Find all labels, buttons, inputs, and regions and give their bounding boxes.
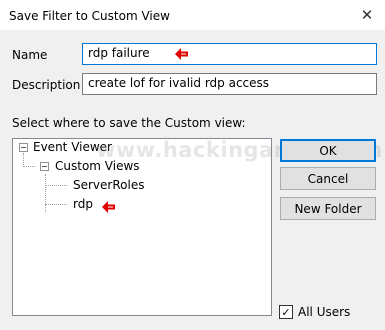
- name-field-value: rdp failure: [88, 46, 150, 60]
- tree-line: [45, 185, 67, 186]
- close-icon[interactable]: ✕: [352, 4, 382, 26]
- red-arrow-icon: [102, 201, 115, 213]
- cancel-button[interactable]: Cancel: [280, 167, 376, 190]
- title-bar: Save Filter to Custom View ✕: [0, 0, 385, 30]
- tree-line: [23, 166, 35, 167]
- description-field[interactable]: create lof for ivalid rdp access: [82, 73, 377, 95]
- tree-item-serverroles[interactable]: ServerRoles: [73, 178, 144, 192]
- tree-line: [45, 174, 46, 212]
- name-field[interactable]: rdp failure: [82, 43, 377, 65]
- description-label: Description: [12, 78, 81, 92]
- all-users-checkbox[interactable]: ✓: [279, 305, 293, 319]
- tree-item-rdp[interactable]: rdp: [73, 197, 93, 211]
- ok-button[interactable]: OK: [280, 139, 376, 162]
- minus-expander-icon[interactable]: −: [40, 162, 49, 171]
- window-title: Save Filter to Custom View: [9, 9, 170, 23]
- tree-line: [45, 204, 67, 205]
- minus-expander-icon[interactable]: −: [19, 143, 28, 152]
- tree-item-custom-views[interactable]: Custom Views: [55, 159, 140, 173]
- red-arrow-icon: [175, 48, 188, 60]
- tree-item-event-viewer[interactable]: Event Viewer: [33, 140, 112, 154]
- tree-line: [23, 153, 24, 167]
- new-folder-button[interactable]: New Folder: [280, 197, 376, 220]
- all-users-label[interactable]: All Users: [298, 305, 350, 319]
- description-field-value: create lof for ivalid rdp access: [88, 76, 270, 90]
- name-label: Name: [12, 48, 48, 62]
- folder-tree[interactable]: − Event Viewer − Custom Views ServerRole…: [12, 138, 272, 316]
- checkmark-icon: ✓: [281, 305, 291, 319]
- location-label: Select where to save the Custom view:: [12, 116, 246, 130]
